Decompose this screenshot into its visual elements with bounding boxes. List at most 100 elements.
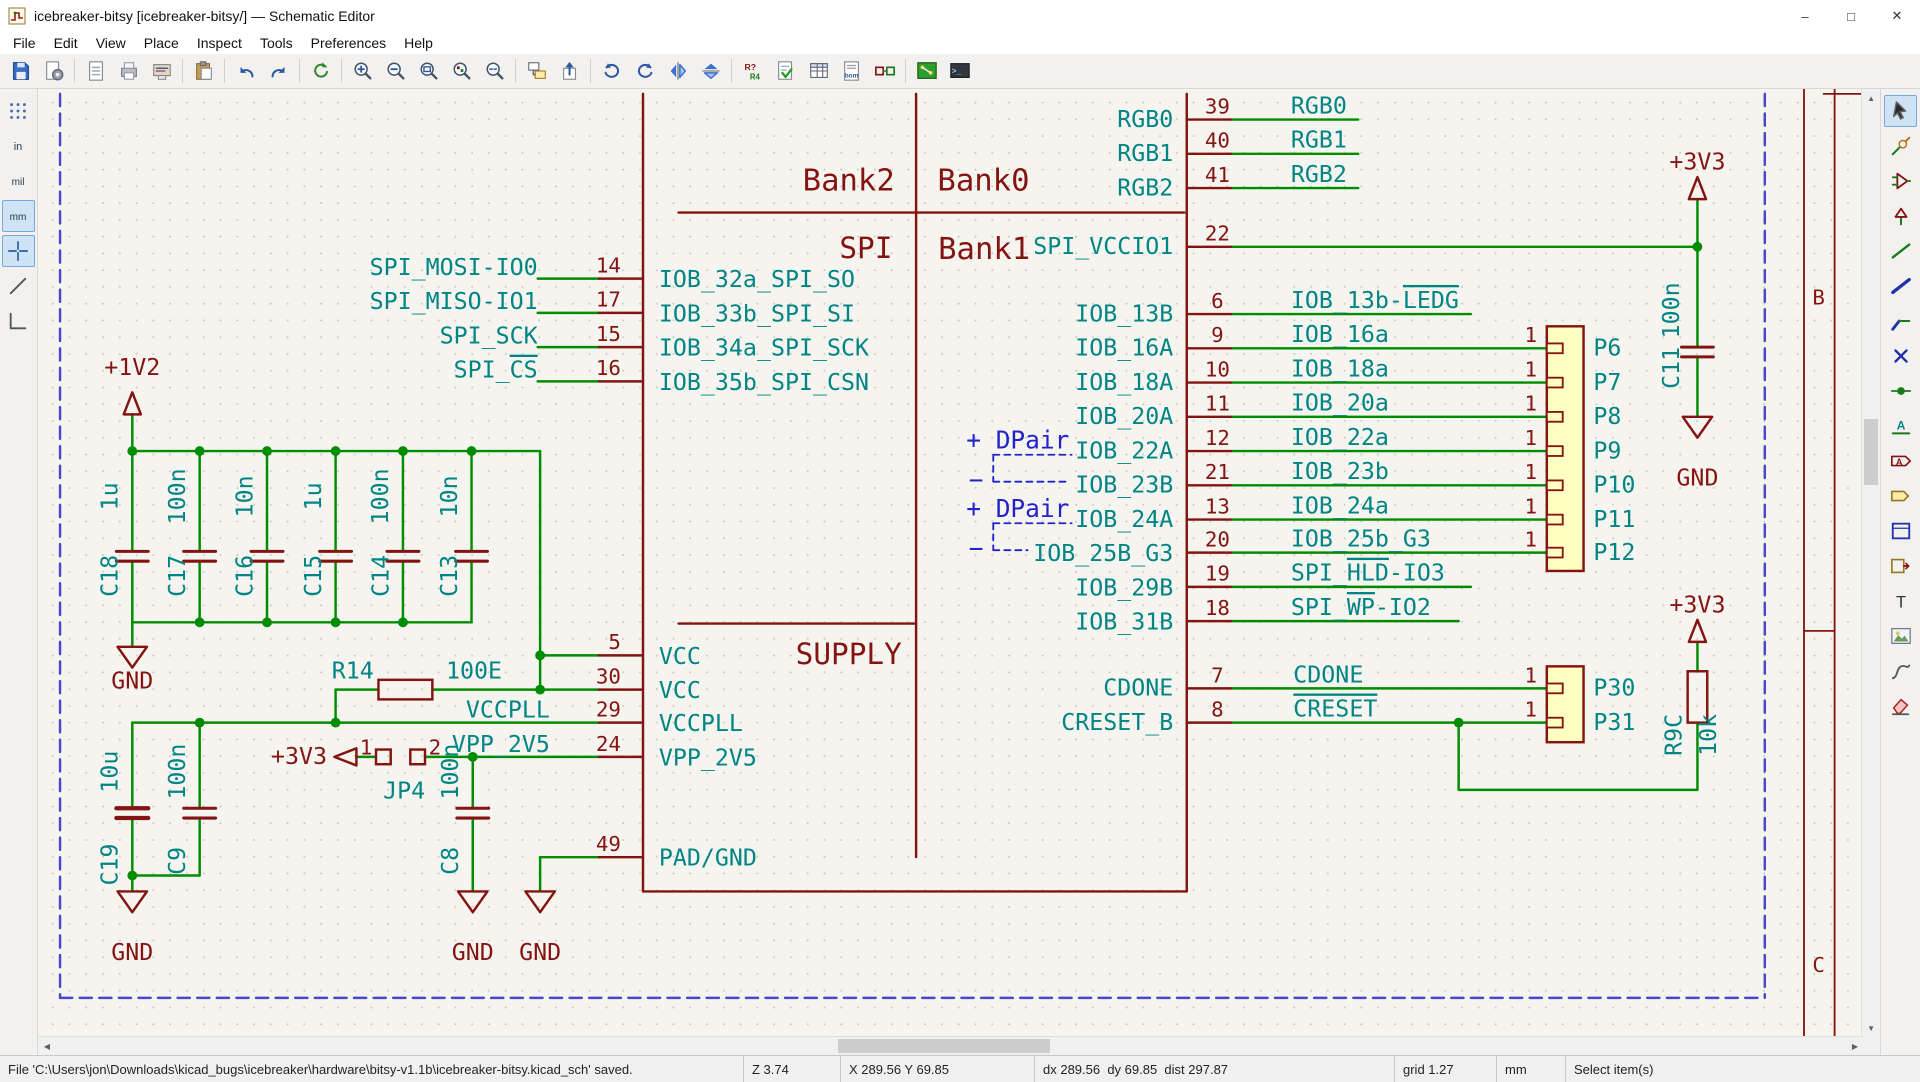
net-label[interactable]: RGB0 [1291,92,1347,119]
pin-number[interactable]: 11 [1205,392,1230,416]
junction-dot[interactable] [535,685,545,695]
net-label[interactable]: SPI_SCK [440,322,538,349]
pin-name[interactable]: RGB0 [1117,106,1173,133]
power-label[interactable]: GND [1676,464,1718,491]
scripting-console-button[interactable]: >_ [943,55,976,87]
toggle-grid-button[interactable] [2,95,35,127]
net-label[interactable]: CDONE [1293,661,1363,688]
menu-help[interactable]: Help [395,32,442,54]
net-label[interactable]: IOB_18a [1291,355,1389,382]
add-text-button[interactable]: T [1884,585,1917,617]
pin-number[interactable]: 9 [1211,323,1224,347]
menu-place[interactable]: Place [135,32,188,54]
value[interactable]: 100n [164,468,191,524]
power-label[interactable]: GND [111,667,153,694]
reference[interactable]: C15 [300,555,327,597]
value[interactable]: 1u [300,482,327,510]
pin-name[interactable]: IOB_18A [1075,369,1173,396]
dpair-label[interactable]: − [969,465,984,494]
pin-name[interactable]: IOB_24A [1075,506,1173,533]
pin-name[interactable]: VCC [659,643,701,670]
reference[interactable]: C17 [164,555,191,597]
draw-lines-button[interactable] [1884,655,1917,687]
net-label[interactable]: VPP_2V5 [452,731,550,758]
power-label[interactable]: +1V2 [104,354,160,381]
junction-dot[interactable] [262,446,272,456]
power-label[interactable]: +3V3 [271,743,327,770]
schematic-setup-button[interactable] [37,55,70,87]
pin-number[interactable]: 1 [360,735,373,759]
connector-pin[interactable] [1547,718,1563,728]
connector-body[interactable] [1547,666,1584,742]
zoom-objects-button[interactable] [445,55,478,87]
connector-pad[interactable]: P6 [1593,335,1621,362]
net-label[interactable]: IOB_25b_G3 [1291,525,1431,552]
junction-dot[interactable] [1454,718,1464,728]
plot-button[interactable] [145,55,178,87]
value[interactable]: 100n [437,744,464,800]
redo-button[interactable] [262,55,295,87]
net-label[interactable]: IOB_13b-LEDG [1291,287,1459,314]
value[interactable]: 10n [231,475,258,517]
junction-dot[interactable] [127,446,137,456]
add-symbol-button[interactable] [1884,165,1917,197]
pin-name[interactable]: VPP_2V5 [659,744,757,771]
pin-name[interactable]: SPI_VCCIO1 [1033,233,1173,260]
net-label[interactable]: SPI_WP-IO2 [1291,594,1431,621]
dpair-label[interactable]: DPair [996,426,1070,455]
undo-button[interactable] [229,55,262,87]
power-label[interactable]: +3V3 [1669,592,1725,619]
pin-number[interactable]: 17 [596,288,621,312]
net-label[interactable]: IOB_20a [1291,390,1389,417]
power-label[interactable]: GND [452,939,494,966]
annotate-button[interactable]: R?R4 [736,55,769,87]
schematic-canvas[interactable]: SPI_MOSI-IO0SPI_MISO-IO1SPI_SCKSPI_CSVCC… [38,89,1864,1037]
menu-view[interactable]: View [87,32,135,54]
hierarchy-navigator-button[interactable] [520,55,553,87]
pin-number[interactable]: 1 [1524,494,1537,518]
maximize-button[interactable]: □ [1828,0,1874,32]
power-label[interactable]: GND [111,939,153,966]
mirror-vertical-button[interactable] [694,55,727,87]
pin-name[interactable]: IOB_31B [1075,609,1173,636]
frame-letter[interactable]: B [1812,285,1825,309]
hierarchical-label-button[interactable] [1884,480,1917,512]
junction-dot[interactable] [467,446,477,456]
connector-pad[interactable]: P11 [1593,506,1635,533]
sheet-pin-button[interactable] [1884,550,1917,582]
reference[interactable]: C16 [231,555,258,597]
dpair-label[interactable]: + [966,426,981,455]
reference[interactable]: JP4 [383,777,425,804]
mirror-horizontal-button[interactable] [661,55,694,87]
paste-button[interactable] [187,55,220,87]
pin-number[interactable]: 18 [1205,596,1230,620]
page-settings-button[interactable] [79,55,112,87]
menu-tools[interactable]: Tools [251,32,302,54]
refresh-button[interactable] [304,55,337,87]
pin-number[interactable]: 40 [1205,129,1230,153]
junction-dot[interactable] [331,446,341,456]
vertical-scrollbar[interactable]: ▲ ▼ [1861,89,1880,1037]
net-label[interactable]: RGB2 [1291,161,1347,188]
junction-dot[interactable] [127,871,137,881]
symbol-fields-table-button[interactable] [802,55,835,87]
connector-pad[interactable]: P10 [1593,472,1635,499]
pin-name[interactable]: IOB_16A [1075,335,1173,362]
connector-pin[interactable] [1547,548,1563,558]
net-label-button[interactable]: A [1884,410,1917,442]
pin-name[interactable]: IOB_23B [1075,472,1173,499]
pin-name[interactable]: IOB_32a_SPI_SO [659,266,855,293]
pin-number[interactable]: 24 [596,732,621,756]
zoom-out-button[interactable] [379,55,412,87]
connector-pin[interactable] [1547,480,1563,490]
junction-dot[interactable] [331,718,341,728]
reference[interactable]: R14 [332,658,374,685]
pin-name[interactable]: IOB_33b_SPI_SI [659,300,855,327]
pin-name[interactable]: IOB_20A [1075,403,1173,430]
pin-number[interactable]: 1 [1524,426,1537,450]
junction-dot[interactable] [1693,242,1703,252]
value[interactable]: 10n [436,475,463,517]
pin-number[interactable]: 16 [596,356,621,380]
add-bus-button[interactable] [1884,270,1917,302]
add-wire-button[interactable] [1884,235,1917,267]
